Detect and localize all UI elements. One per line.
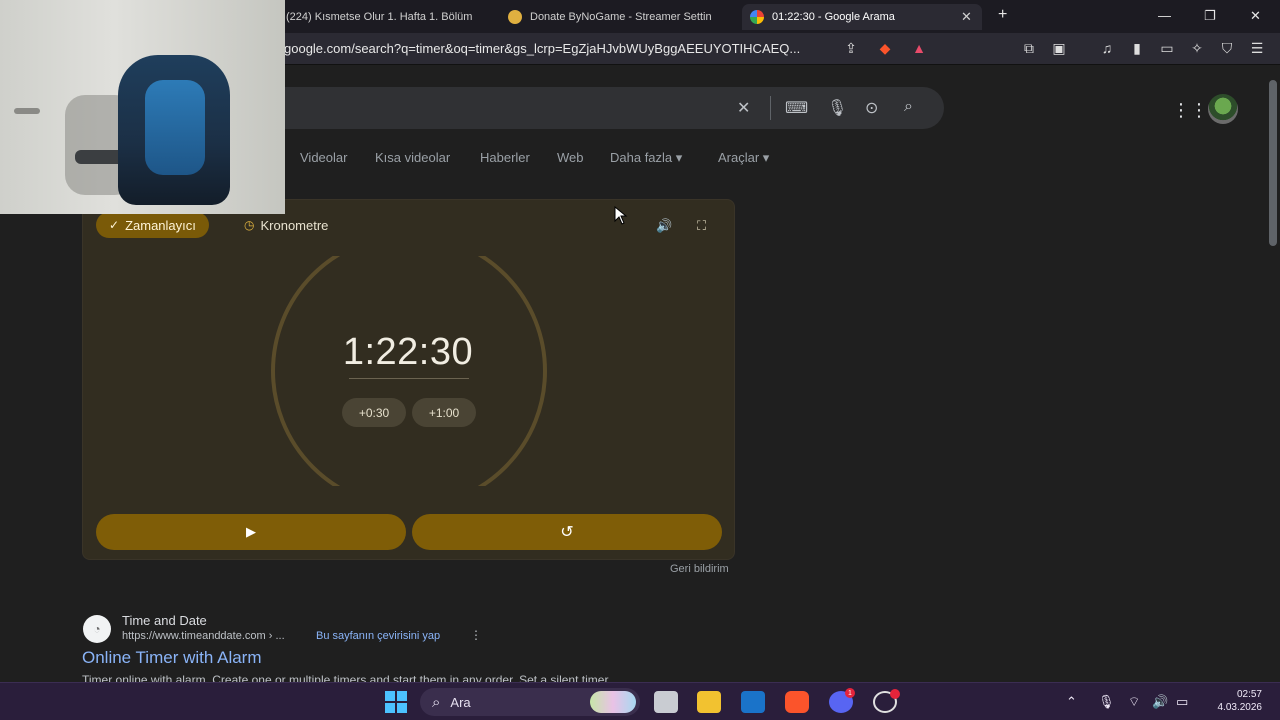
google-favicon-icon: [750, 10, 764, 24]
feedback-link[interactable]: Geri bildirim: [670, 563, 729, 575]
stopwatch-mode-button[interactable]: ◷ Kronometre: [231, 212, 341, 238]
close-window-icon[interactable]: ✕: [1250, 8, 1261, 24]
webcam-overlay: [0, 0, 285, 214]
tab-label: (224) Kısmetse Olur 1. Hafta 1. Bölüm: [286, 11, 473, 23]
timer-time-display[interactable]: 1:22:30: [323, 331, 493, 374]
brave-shields-icon[interactable]: ◆: [876, 40, 894, 57]
taskbar-search-input[interactable]: ⌕ Ara: [420, 688, 640, 716]
add-30-seconds-button[interactable]: +0:30: [342, 398, 406, 427]
timer-mode-button[interactable]: ✓ Zamanlayıcı: [96, 212, 209, 238]
taskbar-clock[interactable]: 02:57 4.03.2026: [1206, 688, 1263, 714]
file-explorer-icon[interactable]: [697, 691, 721, 713]
clock-date: 4.03.2026: [1217, 702, 1263, 713]
timeanddate-favicon-icon: ◔: [83, 615, 111, 643]
tab-label: 01:22:30 - Google Arama: [772, 11, 895, 23]
tab-haberler[interactable]: Haberler: [480, 150, 530, 165]
tab-kisa-videolar[interactable]: Kısa videolar: [375, 150, 450, 165]
search-icon[interactable]: ⌕: [904, 98, 913, 116]
minimize-icon[interactable]: —: [1158, 8, 1171, 23]
search-highlight-icon: [590, 691, 636, 713]
search-input[interactable]: ✕ ⌨ 🎙 ⊙ ⌕: [260, 87, 944, 129]
scrollbar-thumb[interactable]: [1269, 80, 1277, 246]
windows-start-icon[interactable]: [384, 691, 408, 713]
wifi-icon[interactable]: ⌔: [1128, 694, 1140, 710]
timer-mode-label: Zamanlayıcı: [125, 217, 196, 233]
mouse-cursor-icon: [614, 206, 628, 225]
taskbar-search-label: Ara: [450, 694, 471, 710]
tab-araclar[interactable]: Araçlar ▾: [718, 150, 769, 166]
google-lens-icon[interactable]: ⊙: [865, 98, 878, 118]
microphone-icon[interactable]: 🎙: [827, 98, 847, 118]
address-bar[interactable]: google.com/search?q=timer&oq=timer&gs_lc…: [284, 41, 834, 56]
maximize-icon[interactable]: ❐: [1204, 8, 1216, 24]
stopwatch-mode-label: Kronometre: [260, 217, 329, 233]
menu-icon[interactable]: ☰: [1248, 40, 1266, 57]
timer-widget: ✓ Zamanlayıcı ◷ Kronometre 🔊 ⛶ 1:22:30 +…: [82, 199, 735, 560]
sound-icon[interactable]: 🔊: [656, 218, 672, 234]
chevron-up-icon[interactable]: ⌃: [1066, 694, 1077, 710]
volume-icon[interactable]: 🔊: [1152, 694, 1168, 710]
keyboard-icon[interactable]: ⌨: [785, 98, 808, 118]
clear-search-icon[interactable]: ✕: [737, 98, 750, 118]
media-icon[interactable]: ♫: [1098, 40, 1116, 56]
start-button[interactable]: ▶: [96, 514, 406, 550]
extensions-icon[interactable]: ⧉: [1020, 40, 1038, 57]
tab-videolar[interactable]: Videolar: [300, 150, 347, 165]
add-1-minute-button[interactable]: +1:00: [412, 398, 476, 427]
reset-button[interactable]: ↺: [412, 514, 722, 550]
result-site-name[interactable]: Time and Date: [122, 613, 207, 628]
brave-browser-icon[interactable]: [785, 691, 809, 713]
battery-icon[interactable]: ▭: [1176, 694, 1188, 710]
search-icon: ⌕: [432, 693, 441, 711]
wallet-icon[interactable]: ▭: [1158, 40, 1176, 57]
tab-label: Donate ByNoGame - Streamer Settin: [530, 11, 712, 23]
microphone-icon[interactable]: 🎙: [1098, 694, 1115, 710]
new-tab-button[interactable]: +: [998, 6, 1007, 24]
result-more-icon[interactable]: ⋮: [470, 628, 482, 642]
time-underline: [349, 378, 469, 379]
play-icon: ▶: [246, 524, 256, 539]
reset-icon: ↺: [560, 524, 574, 541]
bynogame-favicon-icon: [508, 10, 522, 24]
tab-web[interactable]: Web: [557, 150, 584, 165]
search-divider: [770, 96, 771, 120]
tab-google-search[interactable]: 01:22:30 - Google Arama: [742, 4, 982, 30]
tab-kismetse-olur[interactable]: (224) Kısmetse Olur 1. Hafta 1. Bölüm: [278, 4, 490, 30]
account-avatar[interactable]: [1208, 94, 1238, 124]
check-icon: ✓: [109, 218, 120, 232]
leo-ai-icon[interactable]: ✧: [1188, 40, 1206, 57]
clock-time: 02:57: [1236, 689, 1262, 700]
outlook-icon[interactable]: [741, 691, 765, 713]
fullscreen-icon[interactable]: ⛶: [697, 218, 706, 234]
close-tab-icon[interactable]: ✕: [961, 9, 972, 25]
result-title-link[interactable]: Online Timer with Alarm: [82, 648, 262, 668]
clock-icon: ◷: [244, 218, 255, 232]
share-icon[interactable]: ⇪: [842, 40, 860, 57]
tab-bynogame[interactable]: Donate ByNoGame - Streamer Settin: [500, 4, 730, 30]
door-handle: [14, 108, 40, 114]
discord-notification-badge: 1: [845, 688, 855, 698]
windows-taskbar: ⌕ Ara 1 ⌃ 🎙 ⌔ 🔊 ▭ 02:57 4.03.2026: [0, 682, 1280, 720]
result-url[interactable]: https://www.timeanddate.com › ...: [122, 630, 285, 642]
brave-rewards-icon[interactable]: ▲: [910, 40, 928, 56]
gaming-chair-stripe: [145, 80, 205, 175]
vpn-icon[interactable]: ⛉: [1218, 40, 1236, 57]
translate-page-link[interactable]: Bu sayfanın çevirisini yap: [316, 630, 440, 642]
tab-daha-fazla[interactable]: Daha fazla ▾: [610, 150, 682, 166]
app-notification-dot: [890, 689, 900, 699]
task-view-icon[interactable]: [654, 691, 678, 713]
screenshot-icon[interactable]: ▣: [1050, 40, 1068, 57]
sidebar-icon[interactable]: ▮: [1128, 40, 1146, 57]
